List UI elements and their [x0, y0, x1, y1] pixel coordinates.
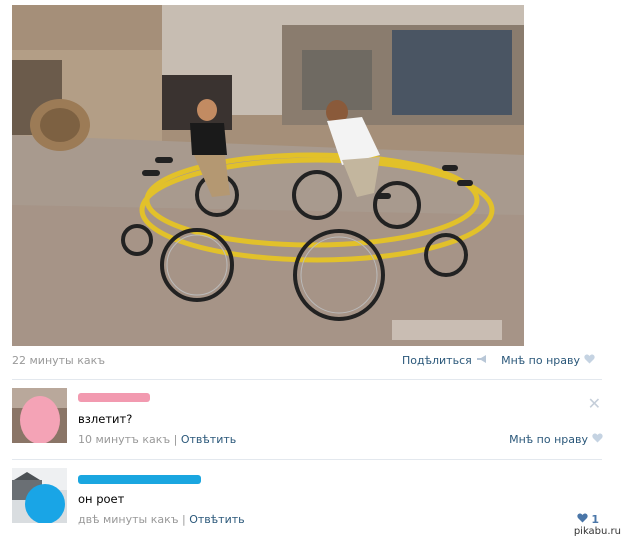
comment-text: взлетит? [78, 412, 133, 426]
post-photo[interactable] [12, 5, 524, 346]
avatar-redaction [25, 484, 65, 523]
comment-author-redacted[interactable] [78, 393, 150, 402]
post-meta: 22 минуты какъ Подѣлиться Мнѣ по нраву [12, 354, 595, 370]
comment-like-button[interactable]: Мнѣ по нраву [509, 433, 603, 446]
post-like-label: Мнѣ по нраву [501, 354, 580, 367]
reply-button[interactable]: Отвѣтить [181, 433, 236, 446]
divider [12, 379, 602, 380]
share-label: Подѣлиться [402, 354, 472, 367]
comment-like-count[interactable]: 1 [577, 513, 599, 526]
comment-text: он роет [78, 492, 125, 506]
reply-button[interactable]: Отвѣтить [189, 513, 244, 526]
post-like-button[interactable]: Мнѣ по нраву [501, 354, 595, 367]
heart-icon [592, 433, 603, 446]
comment-meta: двѣ минуты какъ | Отвѣтить [78, 513, 245, 526]
comment-time[interactable]: двѣ минуты какъ [78, 513, 179, 526]
megaphone-icon [476, 354, 488, 367]
avatar[interactable] [12, 388, 67, 443]
close-icon[interactable]: ✕ [588, 394, 601, 413]
comment-author-redacted[interactable] [78, 475, 201, 484]
comment-item: он роет двѣ минуты какъ | Отвѣтить 1 [12, 468, 605, 528]
meta-separator: | [173, 433, 178, 446]
comment-item: взлетит? 10 минутъ какъ | Отвѣтить Мнѣ п… [12, 388, 605, 450]
comment-meta: 10 минутъ какъ | Отвѣтить [78, 433, 236, 446]
comment-time[interactable]: 10 минутъ какъ [78, 433, 170, 446]
comment-like-label: Мнѣ по нраву [509, 433, 588, 446]
share-button[interactable]: Подѣлиться [402, 354, 488, 367]
like-count-value: 1 [591, 513, 599, 526]
meta-separator: | [182, 513, 186, 526]
heart-icon [577, 513, 588, 526]
divider [12, 459, 602, 460]
heart-icon [584, 354, 595, 367]
avatar-redaction [20, 396, 60, 443]
avatar[interactable] [12, 468, 67, 523]
photo-bicycle-merry-go-round [12, 5, 524, 346]
watermark: pikabu.ru [573, 526, 621, 537]
post-time[interactable]: 22 минуты какъ [12, 354, 105, 367]
